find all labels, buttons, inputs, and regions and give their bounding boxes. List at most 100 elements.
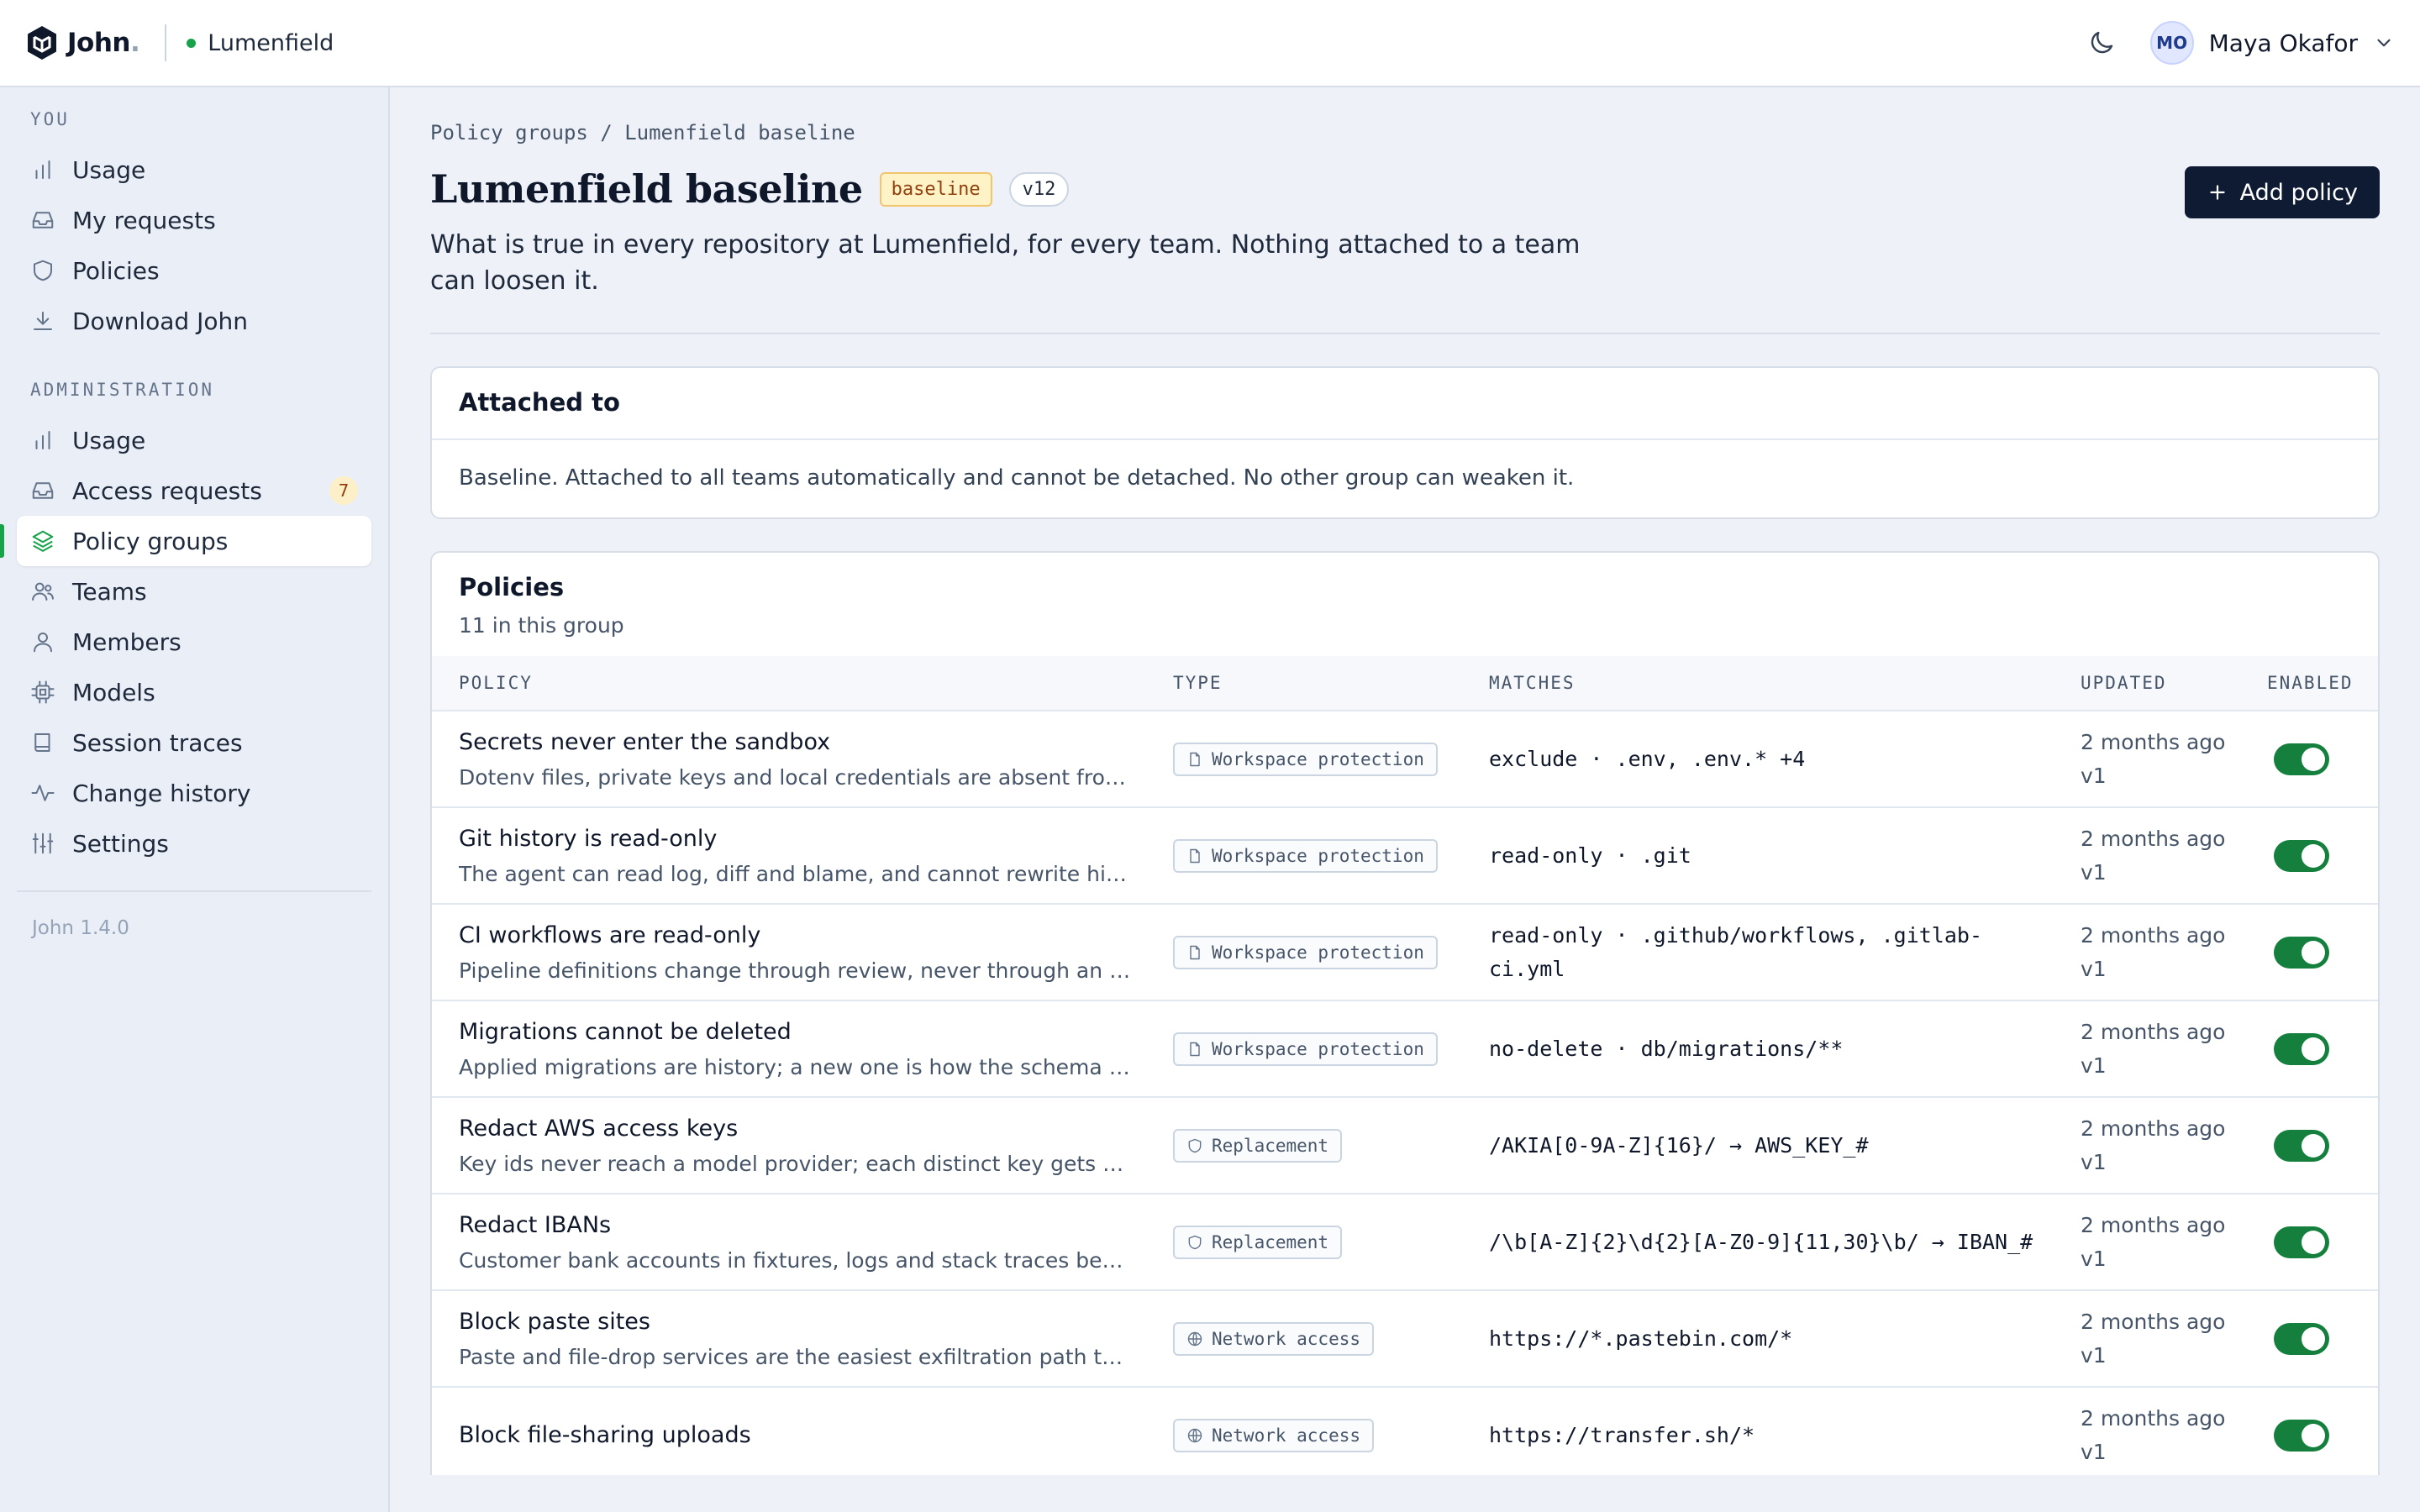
policy-matches: read-only · .git — [1489, 843, 1691, 868]
sidebar-item-my-requests[interactable]: My requests — [17, 195, 371, 245]
policy-matches: no-delete · db/migrations/** — [1489, 1036, 1844, 1061]
version-badge: v12 — [1008, 171, 1070, 207]
policy-enabled-toggle[interactable] — [2274, 936, 2329, 969]
policy-name[interactable]: Secrets never enter the sandbox — [459, 729, 1173, 755]
plus-icon — [2209, 185, 2225, 200]
policy-type-badge: Workspace protection — [1173, 838, 1438, 873]
sidebar-item-label: Usage — [72, 426, 146, 454]
users-icon — [32, 582, 54, 601]
table-row[interactable]: Git history is read-only The agent can re… — [432, 808, 2378, 905]
user-menu[interactable]: MO Maya Okafor — [2149, 21, 2395, 65]
policy-name[interactable]: Redact AWS access keys — [459, 1116, 1173, 1142]
sidebar-item-download[interactable]: Download John — [17, 296, 371, 346]
policy-cell: CI workflows are read-only Pipeline defin… — [432, 922, 1173, 983]
enabled-cell — [2267, 1419, 2376, 1452]
policy-matches: exclude · .env, .env.* +4 — [1489, 746, 1806, 771]
policies-table-header: POLICY TYPE MATCHES UPDATED ENABLED — [432, 656, 2378, 711]
policy-enabled-toggle[interactable] — [2274, 1032, 2329, 1065]
shield-icon — [1188, 1235, 1202, 1249]
policy-name[interactable]: Git history is read-only — [459, 826, 1173, 852]
policies-table-body: Secrets never enter the sandbox Dotenv fi… — [432, 711, 2378, 1475]
policy-type-label: Replacement — [1212, 1135, 1329, 1156]
enabled-cell — [2267, 839, 2376, 872]
sidebar-item-models[interactable]: Models — [17, 667, 371, 717]
type-cell: Network access — [1173, 1321, 1489, 1356]
policy-type-label: Network access — [1212, 1328, 1361, 1349]
table-row[interactable]: Redact IBANs Customer bank accounts in fi… — [432, 1194, 2378, 1291]
breadcrumb[interactable]: Policy groups / Lumenfield baseline — [430, 121, 2380, 144]
policy-name[interactable]: CI workflows are read-only — [459, 922, 1173, 948]
sidebar-item-label: Usage — [72, 155, 146, 184]
policy-type-badge: Network access — [1173, 1418, 1375, 1452]
table-row[interactable]: Secrets never enter the sandbox Dotenv fi… — [432, 711, 2378, 808]
enabled-cell — [2267, 1322, 2376, 1355]
column-header-type[interactable]: TYPE — [1173, 673, 1489, 693]
policy-updated-time: 2 months ago — [2081, 1405, 2226, 1431]
enabled-cell — [2267, 1226, 2376, 1258]
type-cell: Workspace protection — [1173, 838, 1489, 873]
policy-version: v1 — [2081, 763, 2107, 788]
sidebar-item-policy-groups[interactable]: Policy groups — [0, 516, 371, 566]
sidebar-item-policies[interactable]: Policies — [17, 245, 371, 296]
policies-card: Policies 11 in this group POLICY TYPE MA… — [430, 551, 2380, 1475]
policy-name[interactable]: Block file-sharing uploads — [459, 1422, 1173, 1448]
table-row[interactable]: Block paste sites Paste and file-drop ser… — [432, 1291, 2378, 1388]
policy-enabled-toggle[interactable] — [2274, 839, 2329, 872]
policy-description: Dotenv files, private keys and local cre… — [459, 764, 1131, 790]
policy-cell: Redact IBANs Customer bank accounts in fi… — [432, 1212, 1173, 1273]
policy-updated: 2 months ago v1 — [2081, 1016, 2267, 1083]
header-divider — [165, 24, 167, 61]
table-row[interactable]: CI workflows are read-only Pipeline defin… — [432, 905, 2378, 1001]
column-header-enabled[interactable]: ENABLED — [2267, 673, 2376, 693]
sidebar-divider — [17, 890, 371, 892]
sidebar-item-members[interactable]: Members — [17, 617, 371, 667]
policy-description: Key ids never reach a model provider; ea… — [459, 1151, 1131, 1176]
section-label-you: YOU — [30, 109, 70, 129]
policy-cell: Secrets never enter the sandbox Dotenv fi… — [432, 729, 1173, 790]
column-header-policy[interactable]: POLICY — [432, 673, 1173, 693]
file-icon — [1190, 1042, 1200, 1056]
add-policy-button[interactable]: Add policy — [2184, 166, 2380, 218]
policy-enabled-toggle[interactable] — [2274, 1419, 2329, 1452]
sidebar-item-access-requests[interactable]: Access requests 7 — [17, 465, 371, 516]
policy-matches: /AKIA[0-9A-Z]{16}/ → AWS_KEY_# — [1489, 1132, 1869, 1158]
moon-icon[interactable] — [2086, 28, 2117, 58]
sidebar-item-settings[interactable]: Settings — [17, 818, 371, 869]
policy-cell: Git history is read-only The agent can re… — [432, 826, 1173, 886]
activity-icon — [31, 785, 55, 801]
sidebar-item-usage[interactable]: Usage — [17, 144, 371, 195]
table-row[interactable]: Block file-sharing uploads Network access… — [432, 1388, 2378, 1475]
policy-name[interactable]: Migrations cannot be deleted — [459, 1019, 1173, 1045]
policy-enabled-toggle[interactable] — [2274, 1226, 2329, 1258]
policy-name[interactable]: Block paste sites — [459, 1309, 1173, 1335]
policy-enabled-toggle[interactable] — [2274, 743, 2329, 775]
sidebar-item-label: Policy groups — [72, 527, 229, 555]
main-content: Policy groups / Lumenfield baseline Lume… — [430, 87, 2380, 1475]
sidebar-item-change-history[interactable]: Change history — [17, 768, 371, 818]
sidebar-item-label: Access requests — [72, 476, 262, 505]
download-icon — [34, 312, 52, 330]
policy-enabled-toggle[interactable] — [2274, 1129, 2329, 1162]
sidebar-item-admin-usage[interactable]: Usage — [17, 415, 371, 465]
column-header-matches[interactable]: MATCHES — [1489, 673, 2081, 693]
sidebar-item-session-traces[interactable]: Session traces — [17, 717, 371, 768]
table-row[interactable]: Redact AWS access keys Key ids never reac… — [432, 1098, 2378, 1194]
inbox-icon — [32, 482, 54, 499]
sidebar-item-teams[interactable]: Teams — [17, 566, 371, 617]
shield-icon — [1188, 1138, 1202, 1152]
org-switcher[interactable]: Lumenfield — [187, 30, 334, 56]
sidebar-item-label: Change history — [72, 779, 251, 807]
table-row[interactable]: Migrations cannot be deleted Applied migr… — [432, 1001, 2378, 1098]
policy-type-label: Workspace protection — [1212, 942, 1424, 963]
policy-updated: 2 months ago v1 — [2081, 1209, 2267, 1276]
access-requests-count-badge: 7 — [329, 476, 358, 505]
policy-description: Customer bank accounts in fixtures, logs… — [459, 1247, 1131, 1273]
policy-enabled-toggle[interactable] — [2274, 1322, 2329, 1355]
baseline-tag: baseline — [879, 171, 992, 207]
sliders-icon — [32, 832, 54, 854]
sidebar-item-label: Members — [72, 627, 182, 656]
sidebar-item-label: Download John — [72, 307, 248, 335]
policy-name[interactable]: Redact IBANs — [459, 1212, 1173, 1238]
brand-logo[interactable]: John. — [25, 24, 140, 61]
column-header-updated[interactable]: UPDATED — [2081, 673, 2267, 693]
